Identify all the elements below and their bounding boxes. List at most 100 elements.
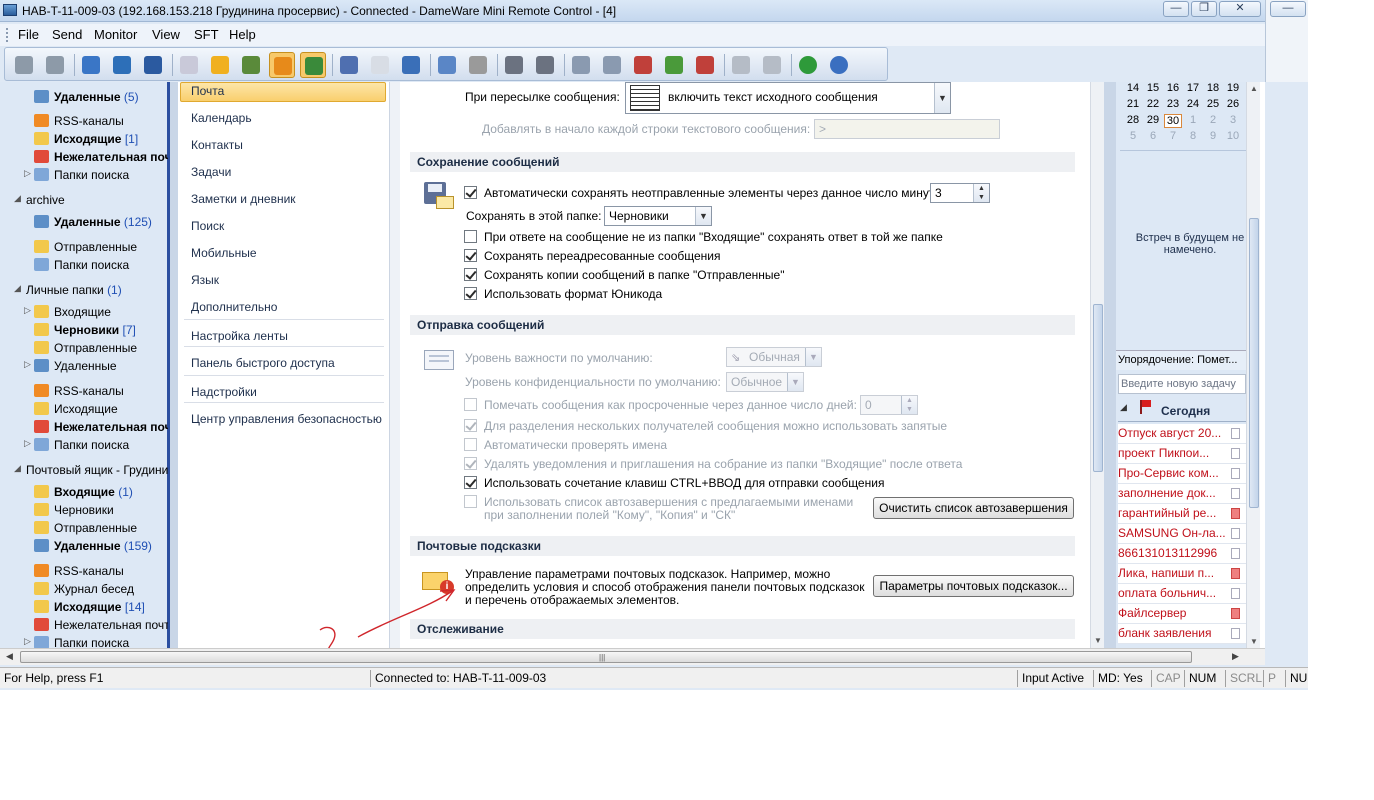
tasks-arrange-header[interactable]: Упорядочение: Помет... [1116, 350, 1246, 370]
task-flag-icon[interactable] [1231, 468, 1240, 479]
nav-folder[interactable]: Исходящие [1] [0, 130, 168, 148]
calendar-day[interactable]: 3 [1224, 114, 1242, 126]
options-scrollbar[interactable]: ▼ [1090, 82, 1104, 648]
calendar-day[interactable]: 2 [1204, 114, 1222, 126]
calendar-day[interactable]: 5 [1124, 130, 1142, 142]
calendar-day[interactable]: 6 [1144, 130, 1162, 142]
autocomplete-checkbox[interactable] [464, 495, 477, 508]
nav-folder[interactable]: ▷ Папки поиска [0, 436, 168, 454]
nav-folder[interactable]: Исходящие [14] [0, 598, 168, 616]
menu-help[interactable]: Help [229, 27, 256, 42]
task-flag-icon[interactable] [1231, 448, 1240, 459]
task-flag-icon[interactable] [1231, 508, 1240, 519]
scroll-down-icon[interactable]: ▼ [1249, 637, 1259, 646]
expand-triangle-icon[interactable]: ▷ [24, 438, 31, 449]
task-item[interactable]: Отпуск август 20... [1118, 424, 1246, 444]
expired-days-stepper[interactable]: 0 ▲ ▼ [860, 395, 918, 415]
task-flag-icon[interactable] [1231, 548, 1240, 559]
options-category[interactable]: Язык [191, 273, 219, 287]
network-copy-button[interactable] [599, 52, 625, 78]
menu-sft[interactable]: SFT [194, 27, 219, 42]
menu-monitor[interactable]: Monitor [94, 27, 137, 42]
collapse-triangle-icon[interactable]: ◢ [1120, 402, 1127, 413]
nav-folder[interactable]: ◢ Личные папки (1) [0, 281, 168, 299]
grid-layout-button[interactable] [398, 52, 424, 78]
new-task-input[interactable]: Введите новую задачу [1118, 374, 1246, 394]
save-forwarded-checkbox[interactable] [464, 249, 477, 262]
delete-notices-checkbox[interactable] [464, 457, 477, 470]
calendar-today[interactable]: 30 [1164, 114, 1182, 128]
nav-folder[interactable]: Входящие (1) [0, 483, 168, 501]
nav-folder[interactable]: ◢ Почтовый ящик - Грудини [0, 461, 168, 479]
abc-font-button[interactable] [176, 52, 202, 78]
options-category[interactable]: Панель быстрого доступа [191, 356, 335, 370]
calendar-day[interactable]: 19 [1224, 82, 1242, 94]
nav-folder[interactable]: RSS-каналы [0, 562, 168, 580]
calendar-day[interactable]: 18 [1204, 82, 1222, 94]
nav-folder[interactable]: RSS-каналы [0, 112, 168, 130]
task-item[interactable]: SAMSUNG Он-ла... [1118, 524, 1246, 544]
calendar-day[interactable]: 21 [1124, 98, 1142, 110]
options-category[interactable]: Дополнительно [191, 300, 277, 314]
print-config-button[interactable] [532, 52, 558, 78]
collapse-triangle-icon[interactable]: ◢ [14, 193, 21, 204]
task-item[interactable]: бланк заявления [1118, 624, 1246, 644]
computer-dropdown-button[interactable] [42, 52, 68, 78]
check-names-checkbox[interactable] [464, 438, 477, 451]
remote-desktop-view[interactable]: Удаленные (5) RSS-каналы Исходящие [1] Неже… [0, 82, 1265, 648]
menu-file[interactable]: File [18, 27, 39, 42]
horizontal-scrollbar[interactable]: ◀ ||| ▶ [0, 648, 1265, 665]
nav-folder[interactable]: Исходящие [0, 400, 168, 418]
mail-tips-settings-button[interactable]: Параметры почтовых подсказок... [873, 575, 1074, 597]
help-button[interactable] [826, 52, 852, 78]
options-category[interactable]: Почта [191, 84, 224, 98]
nav-folder[interactable]: ▷ Входящие [0, 303, 168, 321]
disconnect-button[interactable] [78, 52, 104, 78]
save-folder-select[interactable]: Черновики ▼ [604, 206, 712, 226]
calendar-day[interactable]: 15 [1144, 82, 1162, 94]
blank-window-button[interactable] [367, 52, 393, 78]
options-category[interactable]: Заметки и дневник [191, 192, 296, 206]
options-category[interactable]: Мобильные [191, 246, 257, 260]
task-flag-icon[interactable] [1231, 568, 1240, 579]
ctrl-enter-checkbox[interactable] [464, 476, 477, 489]
nav-folder[interactable]: Отправленные [0, 339, 168, 357]
nav-folder[interactable]: ▷ Папки поиска [0, 166, 168, 184]
commas-checkbox[interactable] [464, 419, 477, 432]
task-item[interactable]: 866131013112996 [1118, 544, 1246, 564]
scroll-up-icon[interactable]: ▲ [1249, 84, 1259, 93]
nav-folder[interactable]: Отправленные [0, 519, 168, 537]
expand-triangle-icon[interactable]: ▷ [24, 305, 31, 316]
stepper-arrows-icon[interactable]: ▲ ▼ [973, 184, 989, 202]
expand-triangle-icon[interactable]: ▷ [24, 168, 31, 179]
horizontal-scroll-thumb[interactable]: ||| [20, 651, 1192, 663]
task-flag-icon[interactable] [1231, 428, 1240, 439]
print-button[interactable] [501, 52, 527, 78]
menu-send[interactable]: Send [52, 27, 82, 42]
folder-transfer-button[interactable] [692, 52, 718, 78]
task-flag-icon[interactable] [1231, 628, 1240, 639]
remote-view-button[interactable] [109, 52, 135, 78]
calendar-day[interactable]: 14 [1124, 82, 1142, 94]
calendar-day[interactable]: 24 [1184, 98, 1202, 110]
task-item[interactable]: оплата больнич... [1118, 584, 1246, 604]
restore-button[interactable]: ❐ [1191, 1, 1217, 17]
todo-scroll-thumb[interactable] [1249, 218, 1259, 508]
task-flag-icon[interactable] [1231, 588, 1240, 599]
pointer-select-button[interactable] [300, 52, 326, 78]
calendar-day[interactable]: 10 [1224, 130, 1242, 142]
close-button[interactable]: ✕ [1219, 1, 1261, 17]
calendar-day[interactable]: 25 [1204, 98, 1222, 110]
task-item[interactable]: Лика, напиши п... [1118, 564, 1246, 584]
expand-triangle-icon[interactable]: ▷ [24, 636, 31, 647]
calendar-day[interactable]: 22 [1144, 98, 1162, 110]
nav-folder[interactable]: Черновики [7] [0, 321, 168, 339]
calendar-day[interactable]: 16 [1164, 82, 1182, 94]
disabled-circle-button[interactable] [465, 52, 491, 78]
nav-folder[interactable]: ◢ archive [0, 191, 168, 209]
settings-button[interactable] [434, 52, 460, 78]
calendar-day[interactable]: 7 [1164, 130, 1182, 142]
info-button[interactable] [795, 52, 821, 78]
reply-not-inbox-checkbox[interactable] [464, 230, 477, 243]
menu-view[interactable]: View [152, 27, 180, 42]
